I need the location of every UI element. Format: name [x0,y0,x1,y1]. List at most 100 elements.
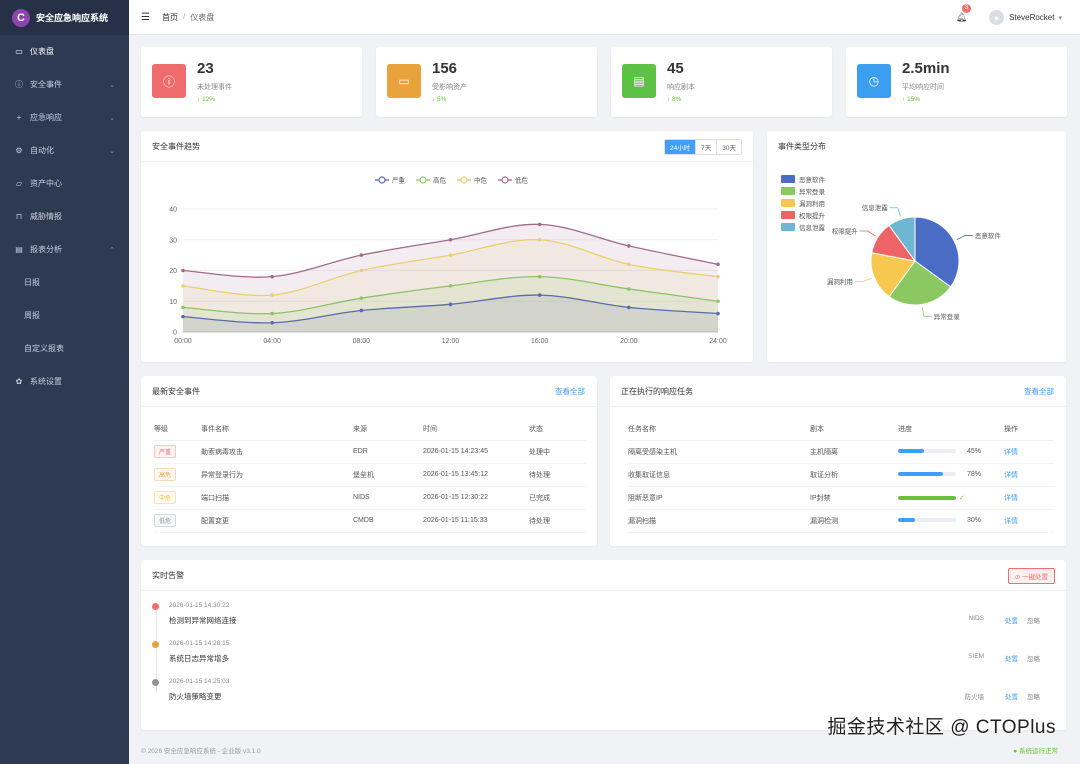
table-row[interactable]: 严重 勒索病毒攻击 EDR 2026-01-15 14:23:45 处理中 [154,440,586,464]
stat-trend: ↓ 5% [432,96,447,103]
range-30d-button[interactable]: 30天 [716,140,741,154]
pie-label-line [956,235,973,241]
alert-handle-link[interactable]: 处置 [1005,615,1018,625]
stat-trend: ↑ 8% [667,96,682,103]
stat-label: 未处理事件 [197,84,232,91]
monitor-icon: ▭ [387,64,421,98]
legend-label: 高危 [433,176,447,185]
x-tick-label: 12:00 [442,338,460,345]
progress-label: ✓ [959,494,965,502]
table-row: 隔离受感染主机 主机隔离 45% 详情 [628,440,1054,464]
stat-card[interactable]: ▭ 156 受影响资产 ↓ 5% [376,47,597,117]
stat-value: 45 [667,60,684,77]
stat-trend: ↑ 15% [902,96,921,103]
range-24h-button[interactable]: 24小时 [664,140,696,154]
chevron-icon: ⌄ [109,147,115,155]
data-point [359,296,364,300]
progress-fill [898,495,956,500]
progress-bar [898,449,956,454]
level-badge: 高危 [154,468,177,481]
task-detail-link[interactable]: 详情 [1004,449,1018,456]
sidebar-item-2[interactable]: + 应急响应 ⌄ [0,101,129,134]
alert-ignore-link[interactable]: 忽略 [1027,691,1040,701]
avatar[interactable]: ● [989,10,1005,25]
app-logo: C [12,8,30,27]
stat-card[interactable]: ▤ 45 响应剧本 ↑ 8% [611,47,832,117]
time-range-tabs: 24小时 7天 30天 [663,139,742,155]
sidebar-item-4[interactable]: ▱ 资产中心 [0,167,129,200]
task-detail-link[interactable]: 详情 [1004,495,1018,502]
alert-ignore-link[interactable]: 忽略 [1027,615,1040,625]
table-row[interactable]: 中危 端口扫描 NIDS 2026-01-15 12:30:22 已完成 [154,486,586,510]
task-name: 收集取证信息 [628,463,810,487]
alert-dot [152,603,159,610]
legend-item: 中危 [457,176,488,185]
progress-label: 78% [966,470,981,478]
alert-time: 2026-01-15 14:28:15 [169,640,230,647]
sidebar-item-10[interactable]: ✿ 系统设置 [0,365,129,398]
sidebar-item-label: 日报 [24,278,40,287]
task-detail-link[interactable]: 详情 [1004,518,1018,525]
recent-events-card: 最新安全事件 查看全部 等级 事件名称 来源 时间 状态 严重 勒索病毒攻击 EDR 2026… [141,376,597,546]
event-source: EDR [353,440,423,464]
sidebar-item-0[interactable]: ▭ 仪表盘 [0,35,129,68]
notification-badge: 3 [961,4,972,13]
folder-icon: ▱ [15,179,23,188]
y-tick-label: 20 [169,268,177,275]
breadcrumb-home[interactable]: 首页 [162,12,178,23]
stat-label: 受影响资产 [432,84,467,91]
alert-ignore-link[interactable]: 忽略 [1027,653,1040,663]
sidebar-item-1[interactable]: ⓘ 安全事件 ⌄ [0,68,129,101]
sidebar-item-7[interactable]: 日报 [0,266,129,299]
data-point [359,253,364,257]
alert-message: 检测到异常网络连接 [169,616,237,625]
chevron-down-icon[interactable]: ▾ [1058,14,1062,22]
view-all-tasks-link[interactable]: 查看全部 [1024,386,1054,397]
range-7d-button[interactable]: 7天 [695,140,717,154]
progress-bar [898,472,956,477]
menu-toggle-icon[interactable]: ☰ [141,12,150,23]
stat-card[interactable]: ⓘ 23 未处理事件 ↑ 12% [141,47,362,117]
running-tasks-card: 正在执行的响应任务 查看全部 任务名称 剧本 进度 操作 隔离受感染主机 主机隔离 45%… [610,376,1066,546]
data-point [627,262,631,267]
event-time: 2026-01-15 11:15:33 [423,509,529,533]
system-status: ● 系统运行正常 [1013,747,1058,755]
one-click-dispose-button[interactable]: ⊙ 一键处置 [1007,568,1055,584]
legend-label: 严重 [392,177,406,185]
stat-trend: ↑ 12% [197,96,216,103]
task-name: 隔离受感染主机 [628,440,810,464]
alerts-title: 实时告警 [152,571,184,580]
brand[interactable]: C 安全应急响应系统 [0,0,129,35]
data-point [716,274,720,279]
sidebar-item-3[interactable]: ⚙ 自动化 ⌄ [0,134,129,167]
table-row[interactable]: 高危 异常登录行为 堡垒机 2026-01-15 13:45:12 待处理 [154,463,586,487]
sidebar-item-6[interactable]: ▤ 报表分析 ⌃ [0,233,129,266]
data-point [359,308,364,313]
alert-source: SIEM [968,653,984,660]
task-detail-link[interactable]: 详情 [1004,472,1018,479]
sidebar-item-8[interactable]: 周报 [0,299,129,332]
progress-fill [898,472,944,477]
bell-icon[interactable]: 🔔︎ 3 [956,4,972,23]
alert-item: 2026-01-15 14:25:03 防火墙策略变更 防火墙 处置 忽略 [152,678,1054,715]
username[interactable]: SteveRocket [1009,13,1054,22]
task-playbook: 取证分析 [810,463,898,487]
table-row[interactable]: 低危 配置变更 CMDB 2026-01-15 11:15:33 待处理 [154,509,586,533]
sidebar-item-label: 自定义报表 [24,344,64,353]
alert-handle-link[interactable]: 处置 [1005,653,1018,663]
data-point [181,284,185,288]
trend-card: 安全事件趋势 24小时 7天 30天 0 10 20 30 40 00:00 04:00 08… [141,131,753,362]
sidebar-item-5[interactable]: ⊓ 威胁情报 [0,200,129,233]
table-row: 收集取证信息 取证分析 78% 详情 [628,463,1054,487]
view-all-events-link[interactable]: 查看全部 [555,386,585,397]
stat-card[interactable]: ◷ 2.5min 平均响应时间 ↑ 15% [846,47,1067,117]
pie-label-line [889,207,901,217]
monitor-icon: ▭ [15,47,23,56]
sidebar-item-label: 威胁情报 [30,212,62,221]
event-status: 待处理 [529,463,586,487]
info-icon: ⓘ [15,80,23,89]
document-icon: ▤ [622,64,656,98]
alert-handle-link[interactable]: 处置 [1005,691,1018,701]
alert-dot [152,679,159,686]
sidebar-item-9[interactable]: 自定义报表 [0,332,129,365]
